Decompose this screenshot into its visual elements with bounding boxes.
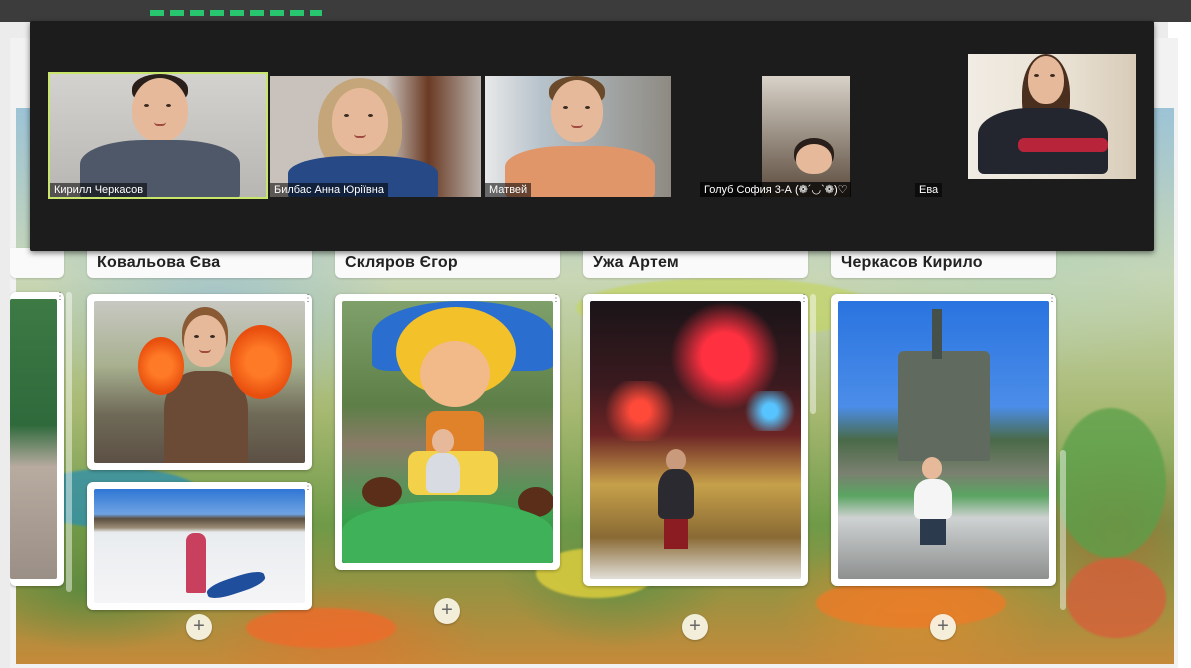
video-gallery: Кирилл Черкасов Билбас Анна Юріївна Матв… [30, 21, 1154, 251]
add-post-button[interactable]: + [930, 614, 956, 640]
column-header: Черкасов Кирило [831, 248, 1056, 278]
participant-name: Матвей [485, 183, 532, 197]
add-post-button[interactable]: + [186, 614, 212, 640]
column-title: Черкасов Кирило [841, 254, 983, 271]
post-photo [838, 301, 1049, 579]
post-photo [342, 301, 553, 563]
post[interactable]: ⋮ [831, 294, 1057, 586]
column-scrollbar[interactable] [810, 294, 816, 414]
column-title: Ковальова Єва [97, 254, 221, 271]
participant-tile[interactable]: Билбас Анна Юріївна [270, 76, 481, 197]
more-vertical-icon[interactable]: ⋮ [303, 482, 313, 499]
more-vertical-icon[interactable]: ⋮ [551, 294, 561, 311]
participant-name: Кирилл Черкасов [50, 183, 148, 197]
add-post-button[interactable]: + [434, 598, 460, 624]
post-photo [94, 301, 305, 463]
column-header: Скляров Єгор [335, 248, 560, 278]
screen: ⋮ Ковальова Єва ⋮ ⋮ + Скляров Єгор ⋮ + У… [0, 0, 1191, 668]
participant-tile[interactable]: Кирилл Черкасов [48, 72, 268, 199]
more-vertical-icon[interactable]: ⋮ [799, 294, 809, 311]
post-photo [94, 489, 305, 603]
post[interactable]: ⋮ [335, 294, 561, 570]
top-bar [0, 0, 1191, 22]
more-vertical-icon[interactable]: ⋮ [303, 294, 313, 311]
participant-video[interactable] [968, 54, 1136, 179]
participant-name: Билбас Анна Юріївна [270, 183, 388, 197]
participant-tile[interactable]: Голуб София 3-А (❁´◡`❁)♡ [700, 76, 876, 197]
more-vertical-icon[interactable]: ⋮ [55, 292, 65, 309]
more-vertical-icon[interactable]: ⋮ [1047, 294, 1057, 311]
post[interactable]: ⋮ [583, 294, 809, 586]
add-post-button[interactable]: + [682, 614, 708, 640]
column-header: Ужа Артем [583, 248, 808, 278]
column-header: Ковальова Єва [87, 248, 312, 278]
column-header-partial [10, 248, 64, 278]
column-scrollbar[interactable] [66, 292, 72, 592]
post-photo [10, 299, 57, 579]
participant-name: Ева [915, 183, 943, 197]
post[interactable]: ⋮ [87, 482, 313, 610]
column-scrollbar[interactable] [1060, 450, 1066, 610]
participant-tile[interactable]: Матвей [485, 76, 671, 197]
participant-name: Голуб София 3-А (❁´◡`❁)♡ [700, 182, 852, 197]
post-photo [590, 301, 801, 579]
column-title: Ужа Артем [593, 254, 679, 271]
participant-tile[interactable]: Ева [915, 76, 945, 197]
post[interactable]: ⋮ [87, 294, 313, 470]
column-title: Скляров Єгор [345, 254, 458, 271]
sharing-indicator[interactable] [150, 10, 322, 16]
post-partial[interactable]: ⋮ [10, 292, 65, 586]
